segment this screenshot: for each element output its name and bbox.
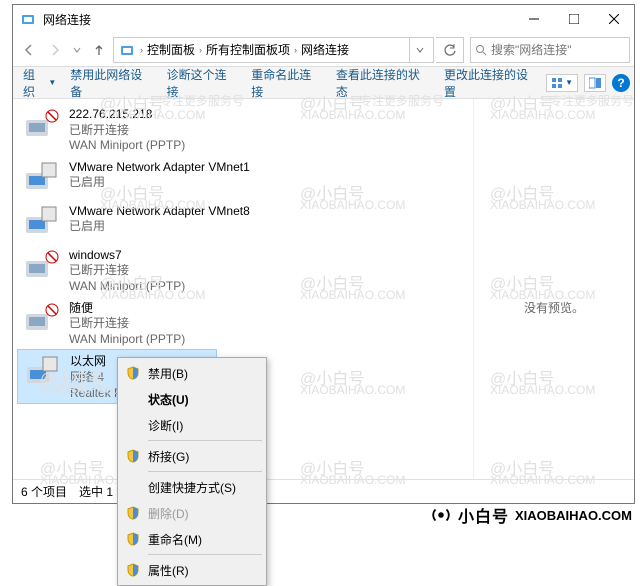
network-adapter-icon [21, 158, 61, 198]
brand-en: XIAOBAIHAO.COM [515, 508, 632, 523]
ctx-create-shortcut[interactable]: 创建快捷方式(S) [120, 474, 264, 500]
crumb-sep-icon: › [140, 45, 143, 55]
ethernet-icon [22, 352, 62, 392]
connection-name: windows7 [69, 248, 185, 264]
brand-cn: 小白号 [458, 503, 509, 527]
connection-status: 已启用 [69, 175, 250, 191]
network-disconnected-icon [21, 105, 61, 145]
ctx-delete[interactable]: 删除(D) [120, 500, 264, 526]
organize-button[interactable]: 组织 ▼ [17, 62, 62, 104]
connection-item[interactable]: 随便 已断开连接 WAN Miniport (PPTP) [17, 297, 473, 350]
change-settings-button[interactable]: 更改此连接的设置 [438, 62, 544, 104]
search-placeholder: 搜索"网络连接" [491, 41, 572, 58]
maximize-button[interactable] [554, 5, 594, 33]
ctx-properties[interactable]: 属性(R) [120, 557, 264, 583]
connection-status: 已断开连接 [69, 123, 185, 139]
rename-button[interactable]: 重命名此连接 [245, 62, 328, 104]
crumb-sep-icon: › [294, 45, 297, 55]
connection-name: 随便 [69, 301, 185, 317]
view-status-button[interactable]: 查看此连接的状态 [330, 62, 436, 104]
shield-icon [124, 364, 142, 382]
app-icon [19, 10, 37, 28]
address-dropdown[interactable] [409, 38, 429, 62]
connection-name: VMware Network Adapter VMnet8 [69, 204, 250, 220]
crumb-sep-icon: › [199, 45, 202, 55]
menu-separator [148, 554, 262, 555]
menu-separator [148, 440, 262, 441]
back-button[interactable] [17, 38, 41, 62]
minimize-button[interactable] [514, 5, 554, 33]
preview-pane: 没有预览。 [474, 99, 634, 479]
network-adapter-icon [21, 202, 61, 242]
chevron-down-icon: ▼ [565, 78, 573, 87]
connection-name: VMware Network Adapter VMnet1 [69, 160, 250, 176]
breadcrumb-3[interactable]: 网络连接 [301, 41, 349, 58]
location-icon [118, 41, 136, 59]
breadcrumb-2[interactable]: 所有控制面板项 [206, 41, 290, 58]
shield-icon [124, 530, 142, 548]
connection-device: WAN Miniport (PPTP) [69, 279, 185, 295]
search-icon [475, 44, 487, 56]
ctx-status[interactable]: 状态(U) [120, 386, 264, 412]
titlebar: 网络连接 [13, 5, 634, 33]
recent-dropdown[interactable] [69, 38, 85, 62]
connection-device: WAN Miniport (PPTP) [69, 332, 185, 348]
shield-icon [124, 447, 142, 465]
address-box[interactable]: › 控制面板 › 所有控制面板项 › 网络连接 [113, 37, 434, 63]
preview-pane-button[interactable] [584, 74, 606, 92]
connection-device: WAN Miniport (PPTP) [69, 138, 185, 154]
breadcrumb-1[interactable]: 控制面板 [147, 41, 195, 58]
connection-item[interactable]: VMware Network Adapter VMnet8 已启用 [17, 200, 473, 244]
brand-icon [430, 504, 452, 526]
ctx-bridge[interactable]: 桥接(G) [120, 443, 264, 469]
connection-item[interactable]: VMware Network Adapter VMnet1 已启用 [17, 156, 473, 200]
command-bar: 组织 ▼ 禁用此网络设备 诊断这个连接 重命名此连接 查看此连接的状态 更改此连… [13, 67, 634, 99]
close-button[interactable] [594, 5, 634, 33]
ctx-disable[interactable]: 禁用(B) [120, 360, 264, 386]
view-options-button[interactable]: ▼ [546, 74, 578, 92]
refresh-button[interactable] [436, 37, 464, 63]
chevron-down-icon: ▼ [48, 78, 56, 87]
connection-status: 已断开连接 [69, 263, 185, 279]
ctx-diagnose[interactable]: 诊断(I) [120, 412, 264, 438]
item-count: 6 个项目 [21, 483, 67, 500]
search-input[interactable]: 搜索"网络连接" [470, 37, 630, 63]
shield-icon [124, 504, 142, 522]
context-menu: 禁用(B) 状态(U) 诊断(I) 桥接(G) 创建快捷方式(S) 删除(D) … [117, 357, 267, 586]
connection-name: 222.76.215.218 [69, 107, 185, 123]
menu-separator [148, 471, 262, 472]
ctx-rename[interactable]: 重命名(M) [120, 526, 264, 552]
branding-footer: 小白号 XIAOBAIHAO.COM [430, 504, 632, 526]
window-title: 网络连接 [43, 11, 91, 28]
status-bar: 6 个项目 选中 1 个 [13, 479, 634, 503]
forward-button[interactable] [43, 38, 67, 62]
connection-status: 已启用 [69, 219, 250, 235]
network-disconnected-icon [21, 246, 61, 286]
connection-item[interactable]: windows7 已断开连接 WAN Miniport (PPTP) [17, 244, 473, 297]
network-disconnected-icon [21, 299, 61, 339]
connection-status: 已断开连接 [69, 316, 185, 332]
diagnose-button[interactable]: 诊断这个连接 [161, 62, 244, 104]
up-button[interactable] [87, 38, 111, 62]
disable-device-button[interactable]: 禁用此网络设备 [64, 62, 158, 104]
connection-item[interactable]: 222.76.215.218 已断开连接 WAN Miniport (PPTP) [17, 103, 473, 156]
help-button[interactable]: ? [612, 74, 630, 92]
window-frame: 网络连接 › [12, 4, 635, 504]
shield-icon [124, 561, 142, 579]
no-preview-text: 没有预览。 [524, 299, 584, 316]
